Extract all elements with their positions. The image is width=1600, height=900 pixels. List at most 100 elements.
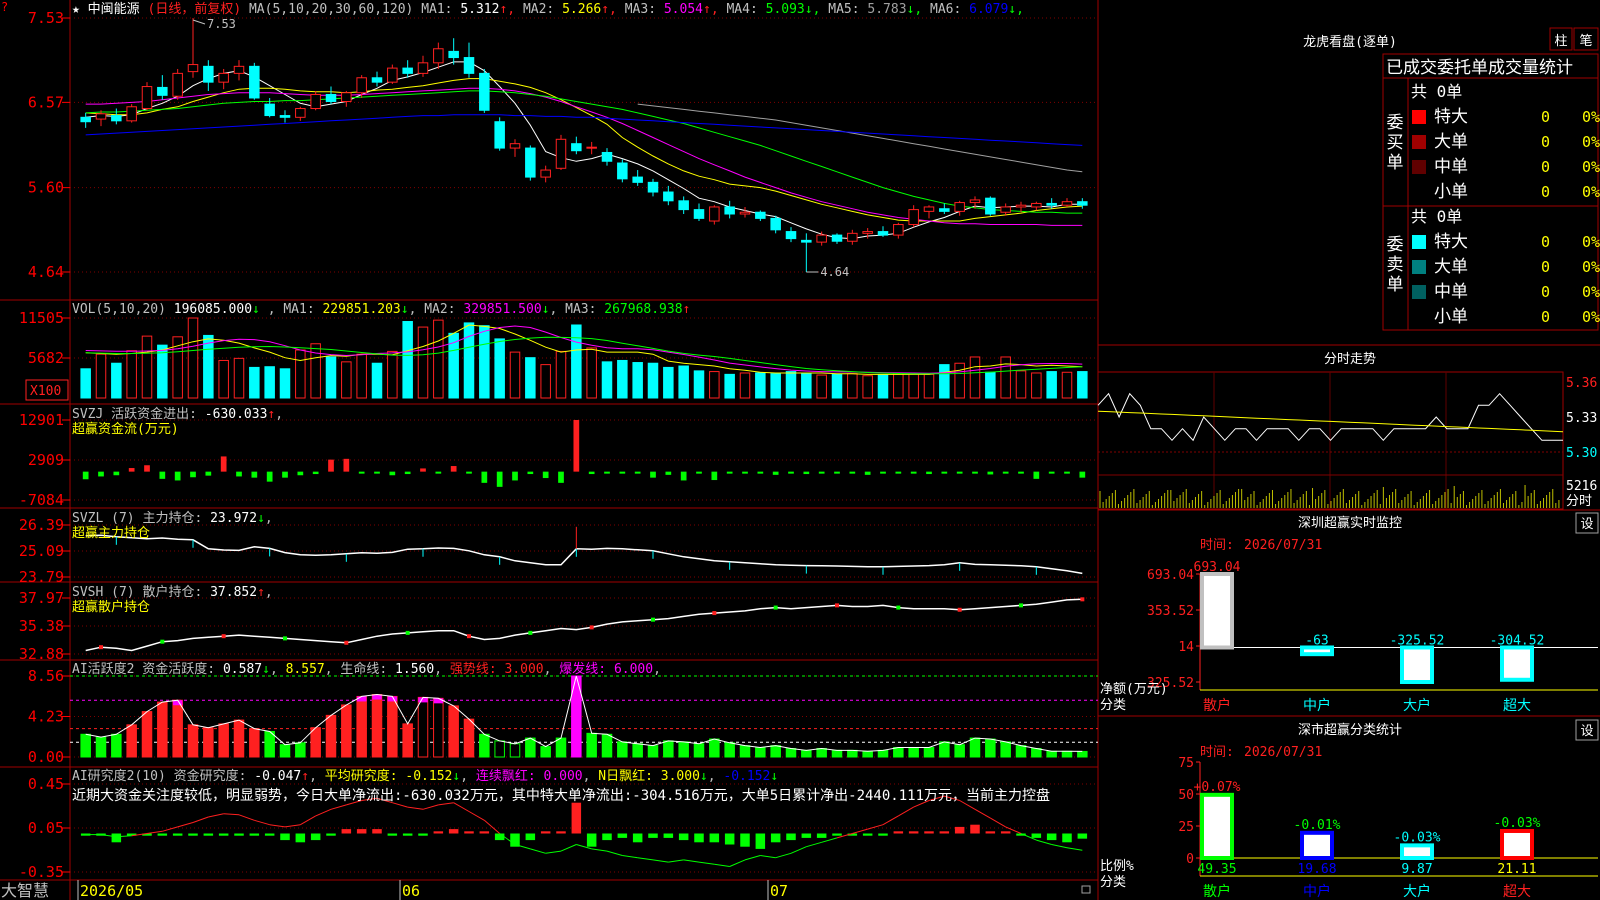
app-brand[interactable]: 大智慧 bbox=[1, 881, 49, 900]
monitor-value-label: -63 bbox=[1305, 633, 1328, 648]
longhu-header: 已成交委托单成交量统计 bbox=[1386, 58, 1573, 78]
volume-bar bbox=[939, 364, 950, 399]
candle-body bbox=[1077, 201, 1088, 206]
monitor-ylabel: 净额(万元) bbox=[1100, 682, 1168, 697]
ai1-bar bbox=[371, 694, 383, 758]
volume-bar bbox=[755, 372, 766, 399]
tick-label: 32.88 bbox=[19, 645, 64, 663]
svzj-bar bbox=[420, 468, 426, 472]
monitor-bar bbox=[1400, 645, 1434, 684]
star-icon[interactable]: ★ bbox=[72, 2, 80, 17]
monitor-category: 中户 bbox=[1303, 697, 1331, 714]
svzj-bar bbox=[895, 471, 902, 474]
stock-name[interactable]: 中闽能源 bbox=[88, 2, 140, 17]
ai1-bar bbox=[417, 696, 429, 758]
ai1-bar bbox=[203, 727, 214, 758]
monitor-bar bbox=[1200, 572, 1234, 650]
volume-bar bbox=[111, 362, 122, 399]
volume-bar bbox=[264, 366, 275, 399]
candle-body bbox=[141, 86, 153, 110]
svzj-bar bbox=[496, 471, 503, 487]
row-pct: 0% bbox=[1582, 308, 1600, 326]
longhu-title: 龙虎看盘(逐单) bbox=[1303, 34, 1397, 50]
tick-label: 37.97 bbox=[19, 589, 64, 607]
svzj-bar bbox=[328, 459, 334, 472]
svzj-bar bbox=[972, 471, 978, 474]
vol-ma-values: , MA1: 229851.203↓, MA2: 329851.500↓, MA… bbox=[268, 302, 691, 317]
zhu-button[interactable]: 柱 bbox=[1554, 34, 1567, 49]
candle-body bbox=[325, 93, 337, 102]
candle-body bbox=[831, 234, 843, 242]
ai1-bar bbox=[402, 723, 413, 758]
row-name: 中单 bbox=[1434, 157, 1468, 177]
ai1-bar bbox=[1015, 745, 1027, 758]
volume-bar bbox=[571, 324, 582, 399]
ai2-bar bbox=[908, 831, 919, 834]
svsh-marker bbox=[835, 603, 839, 608]
candle-body bbox=[172, 72, 183, 97]
date-label: 2026/05 bbox=[80, 882, 143, 900]
classify-bar bbox=[1300, 830, 1334, 860]
tick-label: 35.38 bbox=[19, 617, 64, 635]
classify-time-label: 时间: bbox=[1200, 745, 1234, 760]
row-pct: 0% bbox=[1582, 258, 1600, 276]
candle-body bbox=[80, 116, 91, 123]
monitor-tick-label: 353.52 bbox=[1147, 604, 1194, 619]
volume-bar bbox=[203, 334, 214, 399]
svzj-bar bbox=[205, 471, 212, 476]
ai1-bar bbox=[555, 737, 567, 758]
svzj-bar bbox=[190, 471, 196, 478]
main-indicator-line: ★ 中闽能源 (日线，前复权) MA(5,10,20,30,60,120) MA… bbox=[72, 1, 1024, 17]
svzj-sub: 超赢资金流(万元) bbox=[72, 421, 179, 437]
svzj-bar bbox=[282, 471, 288, 478]
volume-bar bbox=[1077, 371, 1088, 399]
classify-tick-label: 25 bbox=[1178, 820, 1194, 835]
warn-icon[interactable]: ? bbox=[1, 0, 8, 14]
svzj-bar bbox=[159, 471, 166, 479]
ai1-life-label: 生命线: bbox=[340, 661, 387, 677]
candle-body bbox=[356, 77, 367, 94]
ai1-bar bbox=[693, 743, 705, 758]
ai2-bar bbox=[218, 833, 229, 836]
tick-label: 25.09 bbox=[19, 542, 64, 560]
volume-bar bbox=[724, 373, 735, 399]
ai1-bar bbox=[893, 747, 904, 758]
classify-settings-button[interactable]: 设 bbox=[1580, 724, 1593, 739]
ai1-bar bbox=[847, 749, 858, 758]
ai2-bar bbox=[970, 824, 980, 834]
svzj-bar bbox=[956, 471, 963, 474]
volume-bar bbox=[525, 357, 536, 399]
ai1-bar bbox=[678, 741, 689, 758]
ai1-bar bbox=[831, 749, 843, 758]
ai1-bar bbox=[601, 733, 613, 758]
volume-bar bbox=[402, 321, 413, 399]
volume-bar bbox=[1031, 372, 1042, 399]
candle-body bbox=[801, 239, 812, 243]
row-pct: 0% bbox=[1582, 233, 1600, 251]
volume-bar bbox=[709, 371, 720, 399]
ai2-bar bbox=[740, 833, 750, 847]
vol-ma-name: , MA2: bbox=[409, 302, 456, 317]
ai2-avg-value: -0.152 bbox=[405, 769, 452, 784]
volume-bar bbox=[325, 356, 337, 399]
ai2-bar bbox=[372, 829, 382, 834]
vol-ma-value: 329851.500 bbox=[456, 302, 542, 317]
volume-bar bbox=[233, 357, 245, 399]
monitor-settings-button[interactable]: 设 bbox=[1580, 517, 1593, 532]
candle-body bbox=[816, 234, 827, 243]
row-count: 0 bbox=[1541, 158, 1550, 176]
vertical-char: 单 bbox=[1387, 275, 1404, 295]
candle-body bbox=[739, 211, 751, 215]
svzj-bar bbox=[803, 471, 810, 475]
row-count: 0 bbox=[1541, 133, 1550, 151]
volume-bar bbox=[586, 347, 597, 399]
vol-indicator-line: VOL(5,10,20) 196085.000↓ , MA1: 229851.2… bbox=[72, 302, 690, 317]
ai2-bar bbox=[203, 833, 214, 836]
ai2-bar bbox=[525, 833, 536, 841]
period-mode[interactable]: (日线，前复权) bbox=[148, 1, 242, 17]
ai1-bar bbox=[157, 701, 168, 758]
classify-title: 深市超赢分类统计 bbox=[1298, 722, 1402, 738]
ma-arrow: ↑, bbox=[601, 2, 617, 17]
svzj-bar bbox=[1079, 471, 1086, 478]
bi-button[interactable]: 笔 bbox=[1579, 33, 1592, 49]
